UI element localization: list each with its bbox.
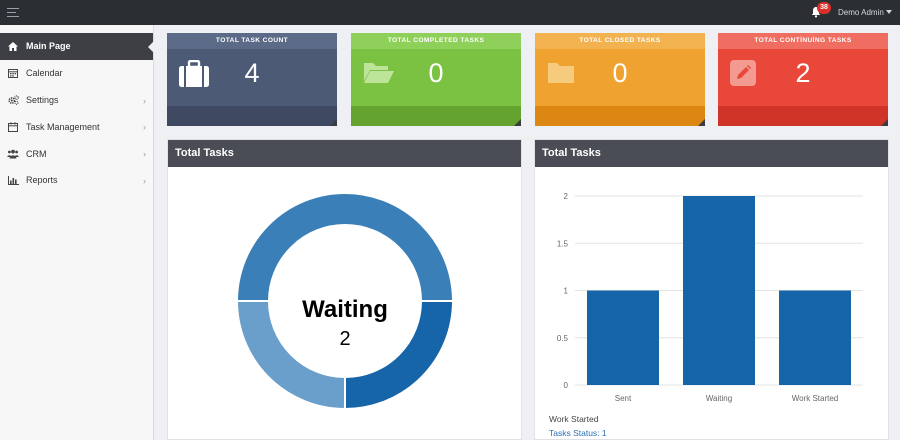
- total-closed-tasks-card[interactable]: TOTAL CLOSED TASKS 0: [535, 33, 705, 126]
- total-tasks-bar-panel: Total Tasks 0 0.5 1 1.5 2 Sent Waiting Work Sta…: [534, 139, 889, 440]
- total-completed-tasks-card[interactable]: TOTAL COMPLETED TASKS 0: [351, 33, 521, 126]
- chart-tooltip-label: Work Started: [549, 414, 599, 424]
- home-icon: [7, 41, 19, 51]
- sidebar-item-reports[interactable]: Reports ›: [0, 167, 153, 194]
- bar-sent[interactable]: [587, 290, 659, 386]
- sidebar-item-label: CRM: [26, 148, 47, 159]
- user-name: Demo Admin: [838, 8, 884, 17]
- top-navbar: 38 Demo Admin: [0, 0, 900, 25]
- calendar-icon: [7, 68, 19, 79]
- sidebar-item-main-page[interactable]: Main Page: [0, 33, 154, 60]
- user-menu[interactable]: Demo Admin: [838, 8, 892, 17]
- sidebar-item-crm[interactable]: CRM ›: [0, 140, 153, 167]
- x-tick-label: Work Started: [792, 394, 839, 403]
- chevron-right-icon: ›: [143, 149, 146, 160]
- y-tick-label: 0: [564, 381, 569, 390]
- menu-toggle-icon[interactable]: [7, 8, 19, 17]
- total-tasks-donut-panel: Total Tasks Waiting 2: [167, 139, 522, 440]
- card-title: TOTAL TASK COUNT: [167, 33, 337, 49]
- calendar-check-icon: [7, 122, 19, 132]
- x-tick-label: Sent: [615, 394, 632, 403]
- card-corner: [514, 119, 521, 126]
- sidebar-item-label: Main Page: [26, 41, 71, 52]
- card-corner: [330, 119, 337, 126]
- bar-work-started[interactable]: [779, 290, 851, 386]
- card-title: TOTAL COMPLETED TASKS: [351, 33, 521, 49]
- caret-down-icon: [885, 10, 892, 14]
- y-tick-label: 1: [564, 287, 569, 296]
- chevron-right-icon: ›: [143, 95, 146, 106]
- card-value: 4: [244, 58, 260, 88]
- bar-chart-icon: [7, 175, 19, 185]
- sidebar-item-label: Settings: [26, 94, 59, 105]
- card-title: TOTAL CLOSED TASKS: [535, 33, 705, 49]
- sidebar-item-label: Reports: [26, 175, 58, 186]
- donut-chart: Waiting 2: [235, 192, 455, 411]
- chevron-right-icon: ›: [143, 122, 146, 133]
- sidebar-item-settings[interactable]: Settings ›: [0, 87, 153, 114]
- panel-title: Total Tasks: [168, 140, 521, 167]
- sidebar-item-task-management[interactable]: Task Management ›: [0, 113, 153, 140]
- chevron-right-icon: ›: [143, 175, 146, 186]
- donut-slice-waiting[interactable]: [235, 192, 455, 302]
- total-task-count-card[interactable]: TOTAL TASK COUNT 4: [167, 33, 337, 126]
- x-tick-label: Waiting: [706, 394, 732, 403]
- users-icon: [7, 149, 19, 159]
- card-corner: [881, 119, 888, 126]
- notification-badge[interactable]: 38: [817, 2, 831, 14]
- card-title: TOTAL CONTİNUİNG TASKS: [718, 33, 888, 49]
- y-tick-label: 0.5: [557, 334, 569, 343]
- donut-center-value: 2: [339, 328, 350, 350]
- panel-title: Total Tasks: [535, 140, 888, 167]
- y-tick-label: 1.5: [557, 239, 569, 248]
- card-value: 0: [612, 58, 628, 88]
- donut-center-label: Waiting: [302, 296, 388, 323]
- total-continuing-tasks-card[interactable]: TOTAL CONTİNUİNG TASKS 2: [718, 33, 888, 126]
- card-value: 2: [795, 58, 811, 88]
- sidebar-item-label: Calendar: [26, 68, 63, 79]
- sidebar: Main Page Calendar Settings › Task Manag…: [0, 25, 154, 440]
- bar-waiting[interactable]: [683, 196, 755, 385]
- sidebar-item-label: Task Management: [26, 121, 100, 132]
- sidebar-item-calendar[interactable]: Calendar: [0, 60, 153, 87]
- chart-tooltip-status: Tasks Status: 1: [549, 428, 607, 438]
- card-corner: [698, 119, 705, 126]
- cogs-icon: [7, 95, 19, 105]
- y-tick-label: 2: [564, 192, 569, 201]
- card-value: 0: [428, 58, 444, 88]
- bar-chart: 0 0.5 1 1.5 2 Sent Waiting Work Started: [557, 192, 863, 403]
